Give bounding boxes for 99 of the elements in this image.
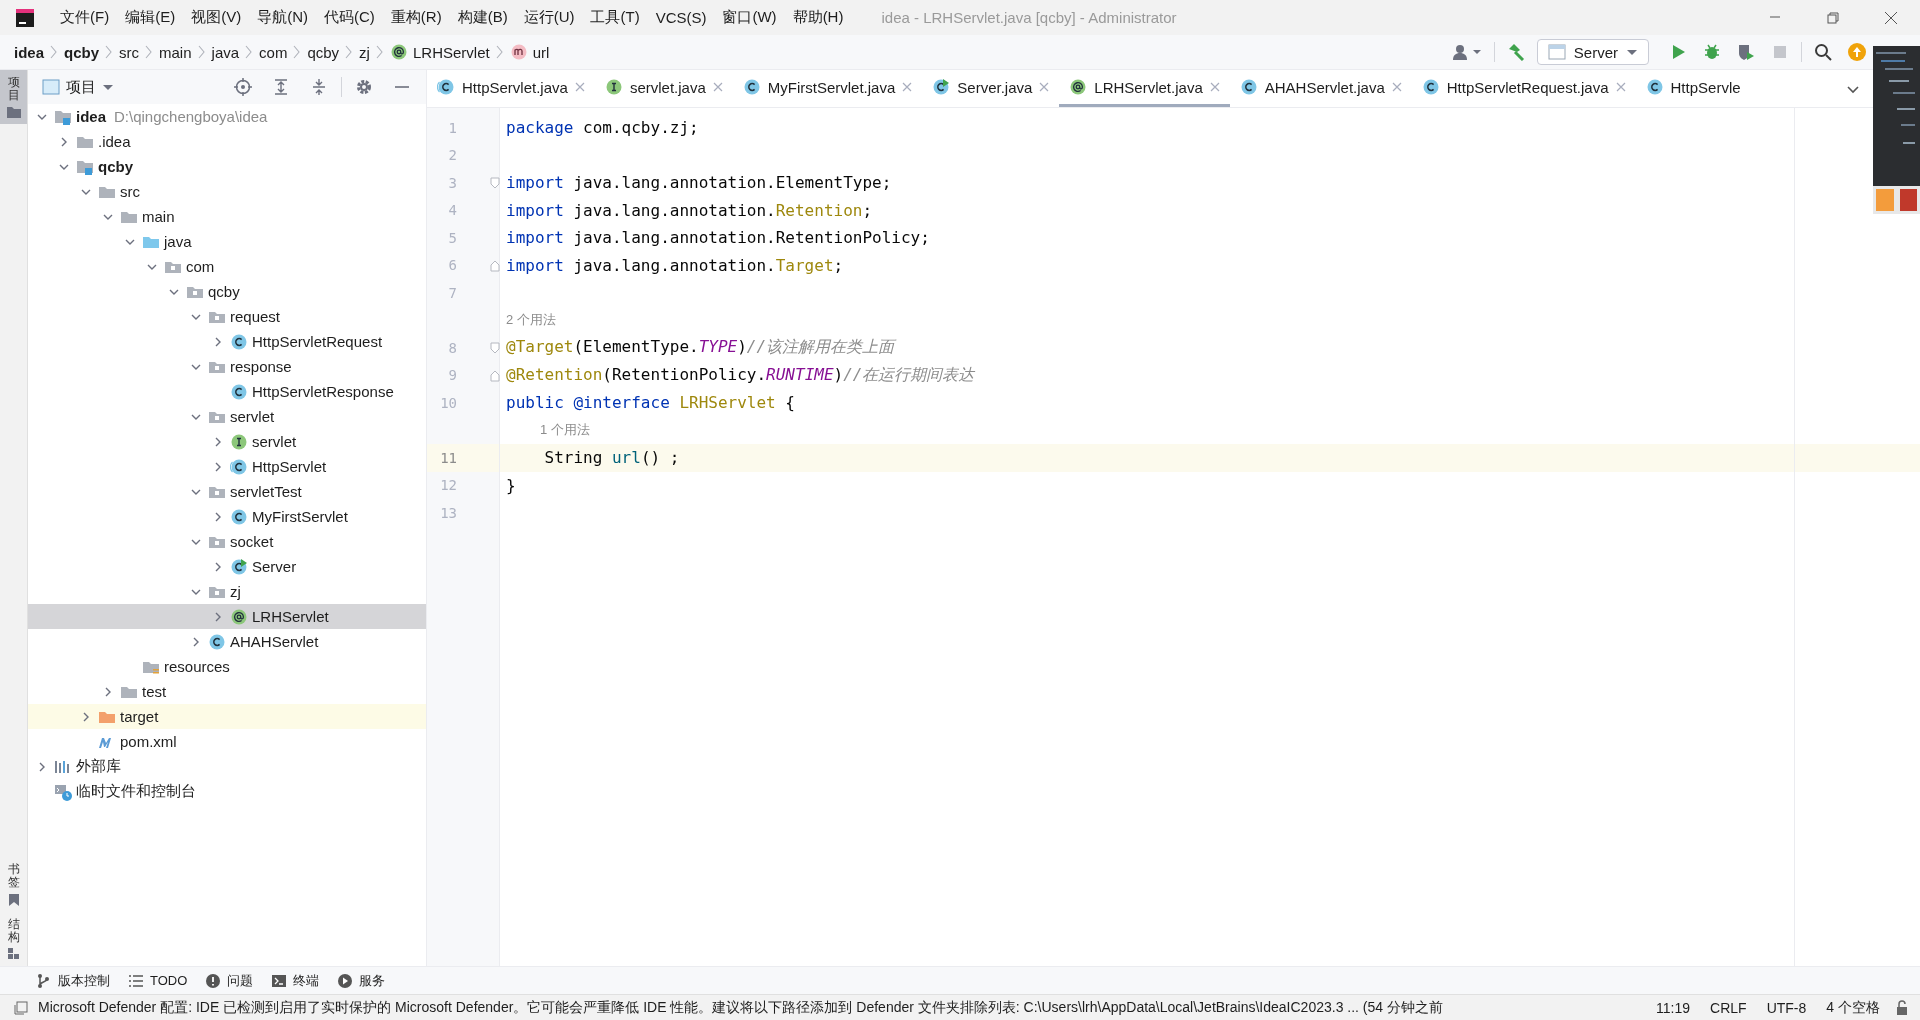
menu-item[interactable]: 代码(C) xyxy=(316,4,383,31)
tree-item[interactable]: servlet xyxy=(28,429,426,454)
tree-item[interactable]: MyFirstServlet xyxy=(28,504,426,529)
menu-item[interactable]: 工具(T) xyxy=(582,4,648,31)
breadcrumb[interactable]: LRHServlet xyxy=(389,43,490,61)
usages-hint[interactable]: 1 个用法 xyxy=(540,421,590,440)
tree-item[interactable]: qcby xyxy=(28,154,426,179)
editor-tab[interactable]: MyFirstServlet.java xyxy=(732,70,923,107)
view-selector[interactable]: 项目 xyxy=(36,76,120,98)
tool-window-tab[interactable]: 结构 xyxy=(0,911,27,966)
menu-item[interactable]: 文件(F) xyxy=(52,4,118,31)
tree-item[interactable]: HttpServletResponse xyxy=(28,379,426,404)
tree-item[interactable]: com xyxy=(28,254,426,279)
line-number: 7 xyxy=(448,284,457,301)
breadcrumb[interactable]: java xyxy=(211,43,240,61)
code-line: package com.qcby.zj; xyxy=(506,118,699,138)
tool-window-button[interactable]: 版本控制 xyxy=(36,971,110,990)
menu-item[interactable]: 导航(N) xyxy=(249,4,316,31)
tree-item[interactable]: 外部库 xyxy=(28,754,426,779)
tree-item[interactable]: response xyxy=(28,354,426,379)
editor-tab[interactable]: HttpServletRequest.java xyxy=(1411,70,1636,107)
tool-window-button[interactable]: 问题 xyxy=(205,971,254,990)
code-line: public @interface LRHServlet { xyxy=(506,393,795,413)
tree-item[interactable]: .idea xyxy=(28,129,426,154)
breadcrumb[interactable]: main xyxy=(159,43,192,61)
tool-window-tab[interactable]: 项目 xyxy=(0,70,27,125)
menu-item[interactable]: 窗口(W) xyxy=(714,4,785,31)
editor-tab[interactable]: HttpServle xyxy=(1635,70,1751,107)
line-number: 9 xyxy=(448,367,457,384)
line-number: 1 xyxy=(448,119,457,136)
editor-tab[interactable]: HttpServlet.java xyxy=(427,70,595,107)
tree-item[interactable]: target xyxy=(28,704,426,729)
line-number: 4 xyxy=(448,202,457,219)
breadcrumb[interactable]: idea xyxy=(14,43,44,61)
tree-item[interactable]: HttpServletRequest xyxy=(28,329,426,354)
menu-item[interactable]: 编辑(E) xyxy=(117,4,184,31)
tree-item[interactable]: qcby xyxy=(28,279,426,304)
tree-item[interactable]: HttpServlet xyxy=(28,454,426,479)
breadcrumb[interactable]: qcby xyxy=(307,43,340,61)
line-number: 13 xyxy=(440,504,457,521)
tree-item-label[interactable]: idea xyxy=(76,108,106,125)
editor-tab[interactable]: Server.java xyxy=(922,70,1060,107)
editor-tab[interactable]: AHAHServlet.java xyxy=(1229,70,1412,107)
line-number: 6 xyxy=(448,257,457,274)
status-item[interactable]: UTF-8 xyxy=(1756,999,1817,1016)
code-line: @Target(ElementType.TYPE)//该注解用在类上面 xyxy=(506,337,895,359)
tool-window-tab[interactable]: 书签 xyxy=(0,857,27,912)
code-line: } xyxy=(506,475,516,495)
tree-item[interactable]: resources xyxy=(28,654,426,679)
tree-item[interactable]: LRHServlet xyxy=(28,604,426,629)
menu-item[interactable]: 构建(B) xyxy=(449,4,516,31)
tool-window-button[interactable]: 终端 xyxy=(271,971,320,990)
tool-window-button[interactable]: 服务 xyxy=(337,971,386,990)
breadcrumb[interactable]: url xyxy=(509,43,550,61)
breadcrumb[interactable]: src xyxy=(119,43,140,61)
tool-window-button[interactable]: TODO xyxy=(128,972,188,989)
tree-item[interactable]: servletTest xyxy=(28,479,426,504)
run-configuration-dropdown[interactable]: Server xyxy=(1536,39,1649,65)
tree-item[interactable]: zj xyxy=(28,579,426,604)
line-number: 8 xyxy=(448,339,457,356)
status-item[interactable]: CRLF xyxy=(1700,999,1757,1016)
code-line: import java.lang.annotation.ElementType; xyxy=(506,173,892,193)
code-line: @Retention(RetentionPolicy.RUNTIME)//在运行期间表达 xyxy=(506,364,975,386)
tree-item[interactable]: servlet xyxy=(28,404,426,429)
code-line: import java.lang.annotation.Target; xyxy=(506,255,844,275)
tree-item[interactable]: socket xyxy=(28,529,426,554)
usages-hint[interactable]: 2 个用法 xyxy=(506,311,556,330)
tree-item[interactable]: main xyxy=(28,204,426,229)
breadcrumb[interactable]: zj xyxy=(359,43,370,61)
tree-item[interactable]: 临时文件和控制台 xyxy=(28,779,426,804)
tree-item[interactable]: java xyxy=(28,229,426,254)
line-number: 5 xyxy=(448,229,457,246)
path-hint: D:\qingchengboya\idea xyxy=(114,108,268,125)
status-message[interactable]: Microsoft Defender 配置: IDE 已检测到启用了实时保护的 Microsoft Defender。它可能会严重降低 IDE 性能。建议将以下路径添加到 Defender 文件夹排除列表: C:\Users\lrh\AppData\Local\JetBrains\IdeaIC2023.3 ... (54 分钟之前 xyxy=(38,998,1647,1017)
code-line: import java.lang.annotation.RetentionPolicy; xyxy=(506,228,930,248)
breadcrumb[interactable]: qcby xyxy=(64,43,100,61)
menu-item[interactable]: 帮助(H) xyxy=(784,4,852,31)
line-number: 11 xyxy=(440,449,457,466)
line-number: 3 xyxy=(448,174,457,191)
status-item[interactable]: 11:19 xyxy=(1646,999,1701,1016)
tree-item[interactable]: AHAHServlet xyxy=(28,629,426,654)
menu-item[interactable]: 运行(U) xyxy=(515,4,583,31)
line-number: 12 xyxy=(440,477,457,494)
tree-item[interactable]: test xyxy=(28,679,426,704)
line-number: 10 xyxy=(440,394,457,411)
editor-tab[interactable]: servlet.java xyxy=(594,70,733,107)
breadcrumb[interactable]: com xyxy=(259,43,288,61)
menu-item[interactable]: 视图(V) xyxy=(183,4,250,31)
status-item[interactable]: 4 个空格 xyxy=(1816,998,1890,1017)
tree-item[interactable]: request xyxy=(28,304,426,329)
menu-item[interactable]: VCS(S) xyxy=(647,5,715,30)
tree-item[interactable]: src xyxy=(28,179,426,204)
line-number: 2 xyxy=(448,147,457,164)
window-title: idea - LRHServlet.java [qcby] - Administrator xyxy=(881,9,1177,26)
menu-item[interactable]: 重构(R) xyxy=(382,4,450,31)
tree-item[interactable]: Server xyxy=(28,554,426,579)
tree-item[interactable]: pom.xml xyxy=(28,729,426,754)
code-line: String url() ; xyxy=(543,448,680,468)
code-line: import java.lang.annotation.Retention; xyxy=(506,200,873,220)
